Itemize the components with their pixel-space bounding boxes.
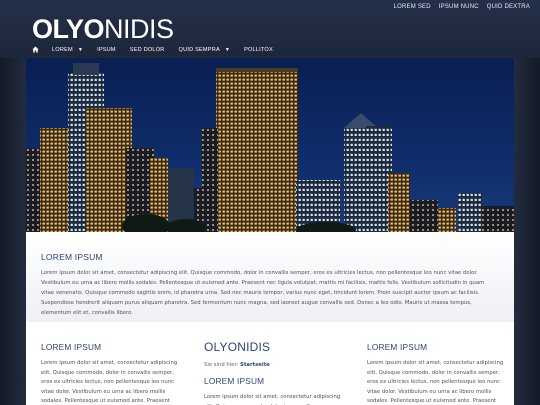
- main-column-body: Lorem ipsum dolor sit amet, consectetur …: [204, 394, 341, 405]
- hero-image: [26, 58, 514, 232]
- left-column-heading: LOREM IPSUM: [41, 342, 102, 352]
- breadcrumb: Sie sind hier: Startseite: [204, 362, 344, 368]
- right-column-heading: LOREM IPSUM: [367, 342, 428, 352]
- top-link-ipsum-nunc[interactable]: IPSUM NUNC: [439, 4, 479, 10]
- intro-heading: LOREM IPSUM: [41, 252, 103, 262]
- main-column-heading: LOREM IPSUM: [204, 376, 265, 386]
- main-column-title: OLYONIDIS: [204, 340, 271, 354]
- breadcrumb-home-link[interactable]: Startseite: [240, 362, 270, 368]
- logo-light-text: NIDIS: [104, 14, 174, 44]
- main-column: OLYONIDIS Sie sind hier: Startseite LORE…: [204, 340, 344, 405]
- top-link-quid-dextra[interactable]: QUID DEXTRA: [487, 4, 530, 10]
- right-column: LOREM IPSUM Lorem ipsum dolor sit amet, …: [367, 342, 507, 405]
- intro-section: LOREM IPSUM Lorem ipsum dolor sit amet, …: [26, 232, 514, 322]
- top-links: LOREM SED IPSUM NUNC QUID DEXTRA: [394, 4, 530, 10]
- three-column-section: LOREM IPSUM Lorem ipsum dolor sit amet, …: [26, 322, 514, 405]
- chevron-down-icon: ▼: [77, 46, 84, 53]
- nav-item-label: SED DOLOR: [129, 46, 165, 53]
- nav-item-sed-dolor[interactable]: SED DOLOR: [123, 42, 172, 57]
- left-column: LOREM IPSUM Lorem ipsum dolor sit amet, …: [41, 342, 181, 405]
- top-link-lorem-sed[interactable]: LOREM SED: [394, 4, 431, 10]
- site-logo[interactable]: OLYONIDIS: [32, 14, 174, 44]
- chevron-down-icon: ▼: [224, 46, 231, 53]
- nav-item-ipsum[interactable]: IPSUM: [90, 42, 123, 57]
- logo-bold-text: OLYO: [32, 14, 105, 44]
- city-skyline-image: [26, 58, 514, 232]
- breadcrumb-prefix: Sie sind hier:: [204, 362, 239, 368]
- home-icon: [32, 46, 39, 53]
- right-column-body: Lorem ipsum dolor sit amet, consectetur …: [367, 360, 504, 404]
- nav-item-lorem[interactable]: LOREM ▼: [45, 42, 90, 57]
- main-nav: LOREM ▼ IPSUM SED DOLOR QUID SEMPRA ▼ PO…: [26, 42, 514, 57]
- intro-body: Lorem ipsum dolor sit amet, consectetur …: [41, 270, 485, 316]
- nav-item-pollitox[interactable]: POLLITOX: [237, 42, 280, 57]
- nav-item-label: POLLITOX: [244, 46, 273, 53]
- left-column-body: Lorem ipsum dolor sit amet, consectetur …: [41, 360, 178, 404]
- nav-home[interactable]: [26, 42, 45, 57]
- nav-item-label: IPSUM: [97, 46, 116, 53]
- nav-item-label: QUID SEMPRA: [178, 46, 220, 53]
- nav-item-label: LOREM: [52, 46, 73, 53]
- nav-item-quid-sempra[interactable]: QUID SEMPRA ▼: [172, 42, 238, 57]
